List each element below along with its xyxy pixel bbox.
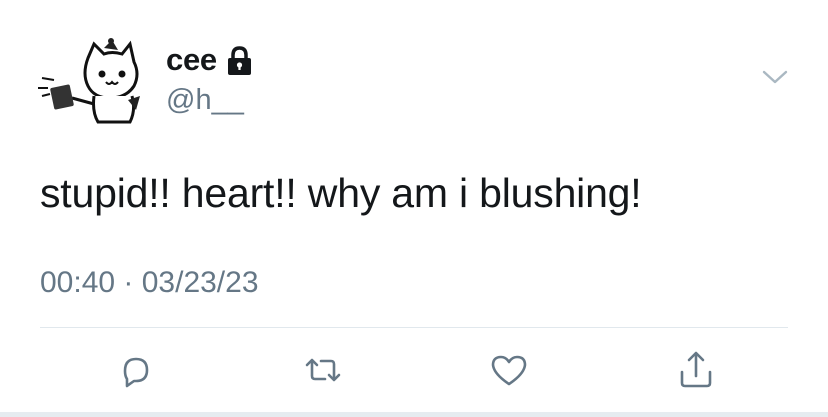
lock-icon xyxy=(226,46,253,76)
display-name[interactable]: cee xyxy=(166,42,217,78)
like-button[interactable] xyxy=(489,350,529,390)
share-icon xyxy=(680,351,712,388)
cat-avatar-icon xyxy=(38,38,140,124)
avatar[interactable] xyxy=(36,38,142,128)
reply-icon xyxy=(123,357,149,388)
tweet-timestamp[interactable]: 00:40 · 03/23/23 xyxy=(40,266,259,300)
author-name-row[interactable]: cee xyxy=(166,40,253,80)
tweet-text: stupid!! heart!! why am i blushing! xyxy=(40,170,642,216)
reply-button[interactable] xyxy=(116,350,156,390)
user-handle[interactable]: @h__ xyxy=(166,84,244,117)
tweet-menu-button[interactable] xyxy=(760,64,790,90)
divider xyxy=(40,327,788,328)
share-button[interactable] xyxy=(676,350,716,390)
retweet-button[interactable] xyxy=(303,350,343,390)
chevron-down-icon xyxy=(762,70,788,84)
bottom-separator xyxy=(0,412,828,417)
retweet-icon xyxy=(305,358,341,382)
heart-icon xyxy=(491,355,527,386)
